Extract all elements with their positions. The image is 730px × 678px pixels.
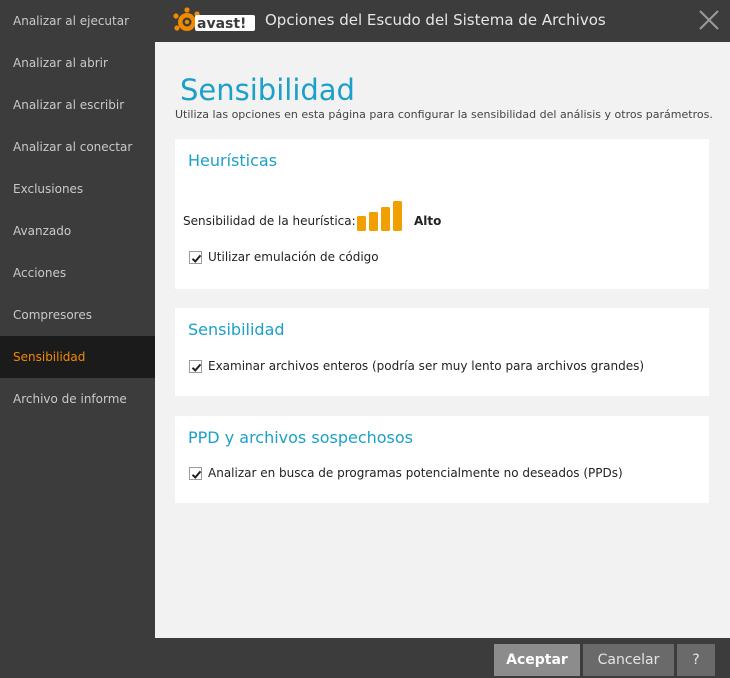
- scan-pups-checkbox[interactable]: [189, 466, 202, 480]
- sidebar-item-analizar-al-escribir[interactable]: Analizar al escribir: [0, 84, 155, 126]
- page-title: Sensibilidad: [180, 73, 355, 108]
- svg-text:avast!: avast!: [197, 16, 246, 32]
- sidebar-item-acciones[interactable]: Acciones: [0, 252, 155, 294]
- level-bar-3: [381, 207, 390, 231]
- pup-title: PPD y archivos sospechosos: [188, 428, 413, 447]
- heuristic-sensitivity-label: Sensibilidad de la heurística:: [183, 214, 356, 228]
- page-intro: Utiliza las opciones en esta página para…: [175, 108, 713, 121]
- scan-whole-files-checkbox[interactable]: [189, 359, 202, 373]
- sidebar-item-analizar-al-conectar[interactable]: Analizar al conectar: [0, 126, 155, 168]
- cancel-button[interactable]: Cancelar: [583, 644, 674, 676]
- sidebar: Analizar al ejecutar Analizar al abrir A…: [0, 0, 155, 678]
- level-bar-2: [369, 212, 378, 231]
- sidebar-item-analizar-al-ejecutar[interactable]: Analizar al ejecutar: [0, 0, 155, 42]
- code-emulation-checkbox[interactable]: [189, 250, 202, 264]
- checkmark-icon: [191, 470, 202, 479]
- help-button[interactable]: ?: [677, 644, 715, 676]
- sidebar-item-avanzado[interactable]: Avanzado: [0, 210, 155, 252]
- sidebar-item-compresores[interactable]: Compresores: [0, 294, 155, 336]
- code-emulation-label: Utilizar emulación de código: [208, 250, 379, 264]
- level-bar-4: [393, 201, 402, 231]
- avast-logo: avast!: [173, 7, 255, 32]
- scan-whole-files-label: Examinar archivos enteros (podría ser mu…: [208, 359, 645, 373]
- sensitivity-panel: Sensibilidad Examinar archivos enteros (…: [175, 308, 709, 396]
- sensitivity-level-bars-icon[interactable]: [357, 201, 405, 231]
- sensitivity-level-value: Alto: [414, 214, 442, 228]
- close-icon[interactable]: [696, 7, 722, 33]
- code-emulation-option: Utilizar emulación de código: [189, 248, 379, 266]
- sidebar-item-archivo-de-informe[interactable]: Archivo de informe: [0, 378, 155, 420]
- sensitivity-title: Sensibilidad: [188, 320, 285, 339]
- heuristics-title: Heurísticas: [188, 151, 278, 170]
- level-bar-1: [357, 216, 366, 231]
- footer-bar: Aceptar Cancelar ?: [155, 638, 730, 678]
- heuristics-panel: Heurísticas Sensibilidad de la heurístic…: [175, 139, 709, 289]
- window-title: Opciones del Escudo del Sistema de Archi…: [265, 11, 606, 29]
- title-bar: avast! Opciones del Escudo del Sistema d…: [155, 0, 730, 42]
- accept-button[interactable]: Aceptar: [494, 644, 580, 676]
- content-area: Sensibilidad Utiliza las opciones en est…: [155, 42, 730, 638]
- checkmark-icon: [191, 363, 202, 372]
- checkmark-icon: [191, 254, 202, 263]
- scan-pups-label: Analizar en busca de programas potencial…: [208, 466, 623, 480]
- options-window: Analizar al ejecutar Analizar al abrir A…: [0, 0, 730, 678]
- pup-panel: PPD y archivos sospechosos Analizar en b…: [175, 416, 709, 503]
- scan-pups-option: Analizar en busca de programas potencial…: [189, 464, 623, 482]
- sidebar-item-sensibilidad[interactable]: Sensibilidad: [0, 336, 155, 378]
- sidebar-item-analizar-al-abrir[interactable]: Analizar al abrir: [0, 42, 155, 84]
- sidebar-item-exclusiones[interactable]: Exclusiones: [0, 168, 155, 210]
- scan-whole-files-option: Examinar archivos enteros (podría ser mu…: [189, 357, 644, 375]
